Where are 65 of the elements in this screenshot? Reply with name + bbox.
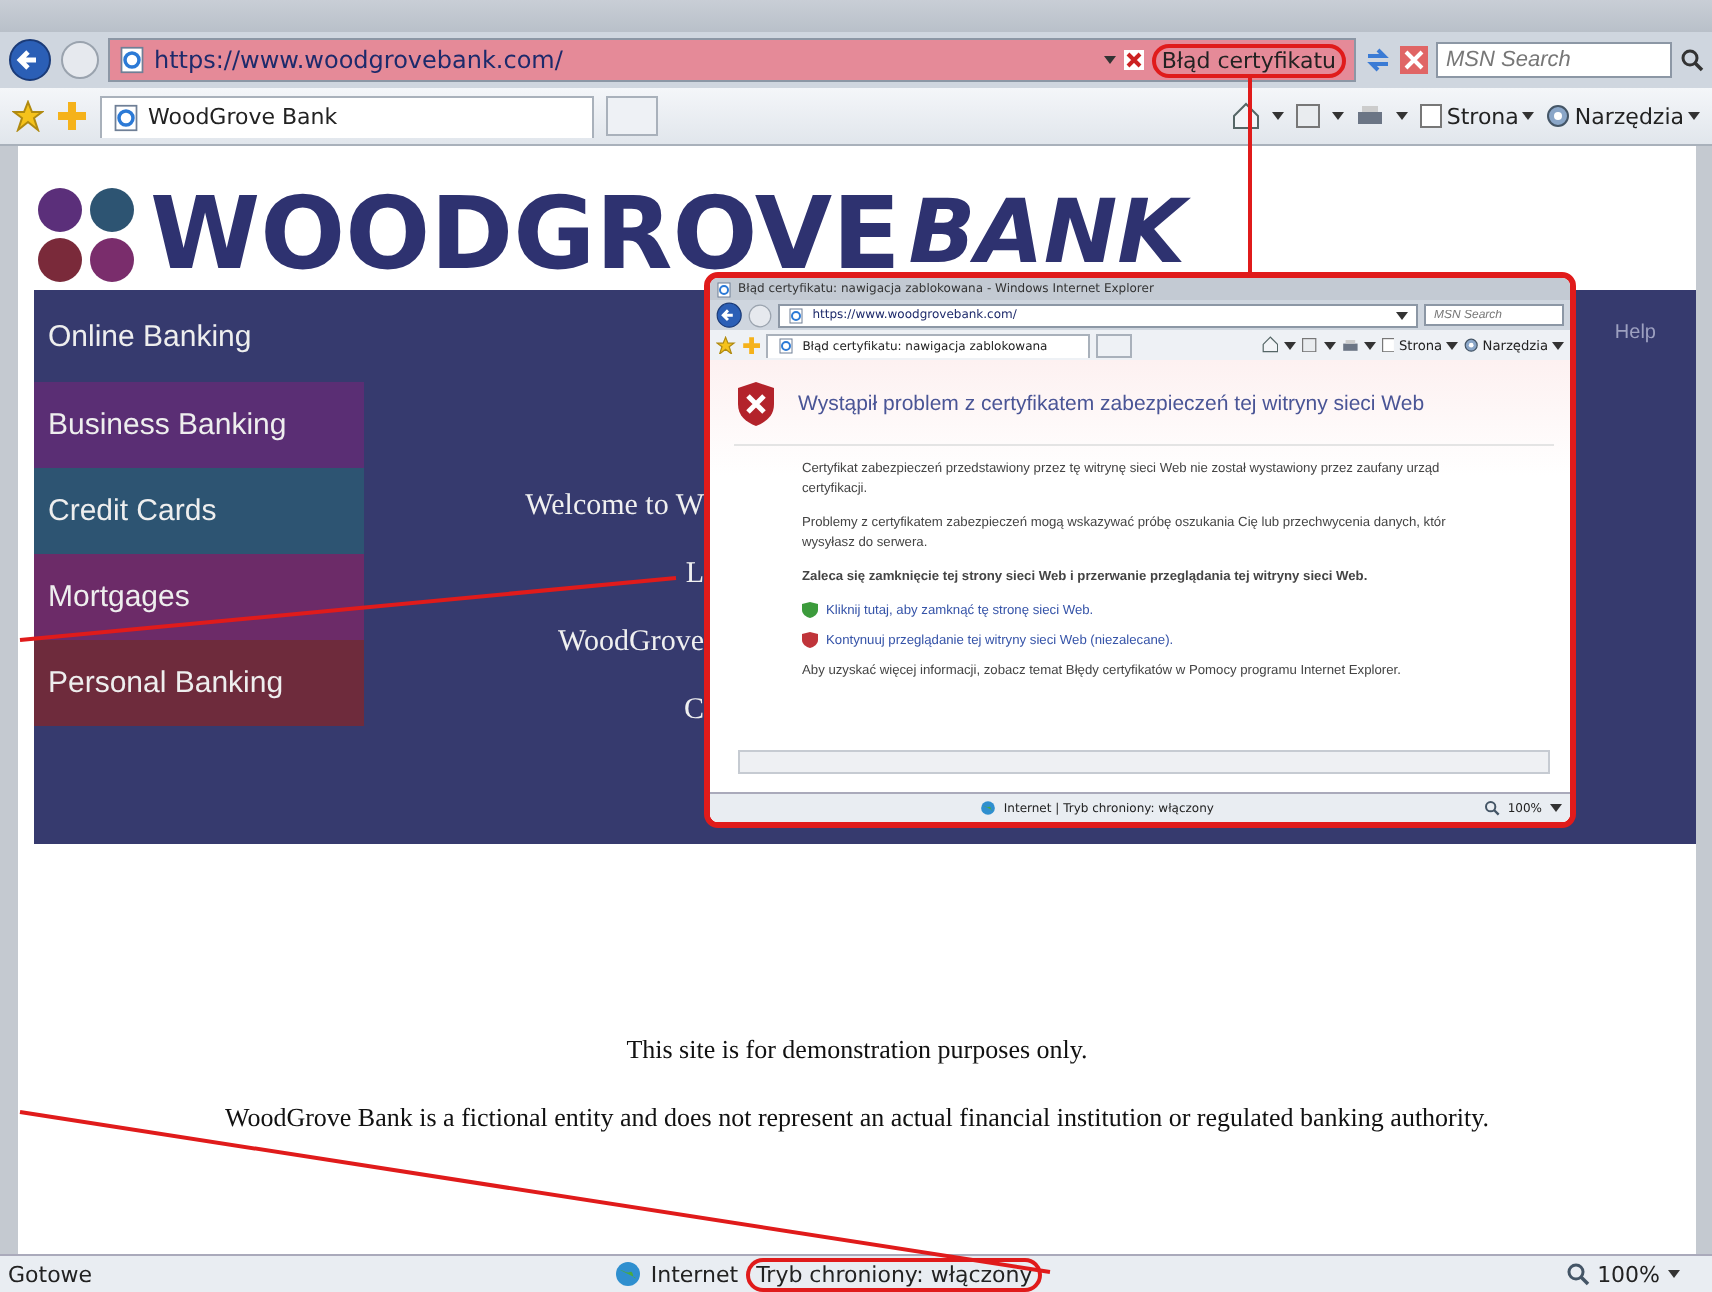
caret-icon[interactable]	[1272, 112, 1285, 120]
protected-mode-text: Tryb chroniony: włączony	[746, 1257, 1043, 1291]
back-icon[interactable]	[8, 38, 52, 82]
caret-icon[interactable]	[1550, 804, 1563, 812]
disclaimer-text: This site is for demonstration purposes only.	[626, 1034, 1088, 1066]
zoom-icon[interactable]	[1565, 1262, 1590, 1286]
printer-icon[interactable]	[1341, 339, 1358, 351]
caret-icon[interactable]	[1688, 112, 1700, 120]
home-icon[interactable]	[1261, 336, 1279, 354]
caret-icon[interactable]	[1284, 341, 1297, 349]
gear-icon	[1464, 337, 1479, 353]
command-menu[interactable]: Narzędzia	[1546, 103, 1700, 129]
search-field[interactable]: MSN Search	[1436, 42, 1672, 78]
printer-icon[interactable]	[1356, 106, 1385, 126]
nav-item[interactable]: Personal Banking	[34, 640, 364, 726]
globe-icon	[979, 800, 996, 816]
caret-icon[interactable]	[1332, 112, 1345, 120]
caret-icon[interactable]	[1323, 341, 1335, 349]
caret-icon[interactable]	[1396, 311, 1408, 319]
refresh-icon[interactable]	[1364, 46, 1392, 74]
welcome-text: Welcome to W	[525, 490, 704, 524]
welcome-text: L	[685, 558, 704, 592]
address-bar[interactable]: https://www.woodgrovebank.com/ Błąd certyfikatu	[108, 38, 1356, 82]
welcome-text: WoodGrove	[558, 626, 704, 660]
zoom-level[interactable]: 100%	[1597, 1261, 1661, 1287]
stop-icon[interactable]	[1400, 46, 1428, 74]
star-icon[interactable]	[716, 335, 736, 355]
status-text: Gotowe	[8, 1261, 93, 1287]
page-icon	[716, 281, 732, 297]
welcome-text: C	[683, 694, 704, 728]
browser-tab[interactable]: WoodGrove Bank	[100, 95, 594, 137]
search-icon[interactable]	[1680, 48, 1704, 72]
caret-icon[interactable]	[1446, 341, 1459, 349]
page-icon	[118, 46, 146, 74]
globe-icon	[614, 1260, 643, 1288]
caret-icon[interactable]	[1363, 341, 1376, 349]
error-heading: Wystąpił problem z certyfikatem zabezpieczeń tej witryny sieci Web	[798, 392, 1425, 416]
page-icon	[112, 103, 140, 131]
feed-icon[interactable]	[1296, 104, 1321, 128]
zone-text: Internet	[650, 1261, 739, 1287]
nav-item[interactable]: Business Banking	[34, 382, 364, 468]
gear-icon	[1546, 104, 1571, 128]
page-icon	[1420, 104, 1443, 128]
help-link[interactable]: Help	[1614, 322, 1696, 844]
page-icon	[778, 338, 795, 354]
caret-icon[interactable]	[1103, 56, 1116, 64]
caret-icon[interactable]	[1552, 341, 1564, 349]
error-icon	[1123, 50, 1144, 70]
nav-item[interactable]: Credit Cards	[34, 468, 364, 554]
feed-icon[interactable]	[1302, 337, 1317, 353]
page-icon	[788, 307, 805, 323]
horizontal-scrollbar[interactable]	[738, 750, 1550, 774]
caret-icon[interactable]	[1668, 1270, 1681, 1278]
caret-icon[interactable]	[1522, 112, 1535, 120]
star-icon[interactable]	[12, 100, 44, 132]
certificate-error-button[interactable]: Błąd certyfikatu	[1151, 43, 1346, 77]
disclaimer-text: WoodGrove Bank is a fictional entity and does not represent an actual financial institution or regulated banking authority.	[224, 1102, 1490, 1134]
back-icon[interactable]	[716, 301, 743, 329]
shield-error-icon	[734, 380, 778, 428]
page-icon	[1381, 337, 1395, 353]
zoom-icon[interactable]	[1483, 800, 1500, 816]
caret-icon[interactable]	[1396, 112, 1409, 120]
nav-item[interactable]: Mortgages	[34, 554, 364, 640]
command-menu[interactable]: Strona	[1420, 103, 1535, 129]
home-icon[interactable]	[1232, 102, 1261, 130]
